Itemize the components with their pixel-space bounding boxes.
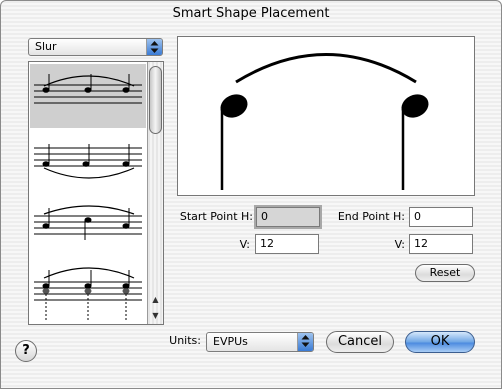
start-point-h-field[interactable]: 0 xyxy=(256,207,320,227)
shape-type-popup[interactable]: Slur xyxy=(28,38,163,56)
shape-preview xyxy=(177,36,475,196)
start-point-v-field[interactable]: 12 xyxy=(255,234,319,254)
ok-button[interactable]: OK xyxy=(405,331,475,353)
up-down-arrows-icon xyxy=(297,333,313,351)
start-point-h-label: Start Point H: xyxy=(179,210,253,223)
shape-item-slur-over-mixed-stems[interactable] xyxy=(30,194,146,258)
shape-type-value: Slur xyxy=(35,40,57,53)
end-point-h-field[interactable]: 0 xyxy=(409,207,473,227)
cancel-button[interactable]: Cancel xyxy=(326,331,394,353)
title-bar[interactable]: Smart Shape Placement xyxy=(1,1,501,27)
up-down-arrows-icon xyxy=(146,39,162,55)
units-popup[interactable]: EVPUs xyxy=(206,332,314,352)
up-arrow-icon[interactable]: ▲ xyxy=(148,292,163,307)
shape-item-slur-over-notes-up[interactable] xyxy=(30,64,146,128)
units-label: Units: xyxy=(169,334,201,347)
end-point-v-label: V: xyxy=(394,238,405,251)
shape-item-slur-under-notes-up[interactable] xyxy=(30,130,146,194)
help-button[interactable]: ? xyxy=(15,340,37,362)
window-title: Smart Shape Placement xyxy=(172,6,330,21)
end-point-h-label: End Point H: xyxy=(337,210,405,223)
down-arrow-icon[interactable]: ▼ xyxy=(148,308,163,323)
scroll-thumb[interactable] xyxy=(149,66,162,134)
start-point-v-label: V: xyxy=(239,238,250,251)
end-point-v-field[interactable]: 12 xyxy=(409,234,473,254)
shape-item-slur-over-chords[interactable] xyxy=(30,260,146,324)
shape-list[interactable]: ▲ ▼ xyxy=(28,61,164,325)
units-value: EVPUs xyxy=(213,335,248,348)
smart-shape-placement-dialog: Smart Shape Placement Slur ▲ ▼ Start Poi… xyxy=(0,0,502,389)
reset-button[interactable]: Reset xyxy=(415,264,475,282)
shape-list-scrollbar[interactable]: ▲ ▼ xyxy=(147,62,163,324)
